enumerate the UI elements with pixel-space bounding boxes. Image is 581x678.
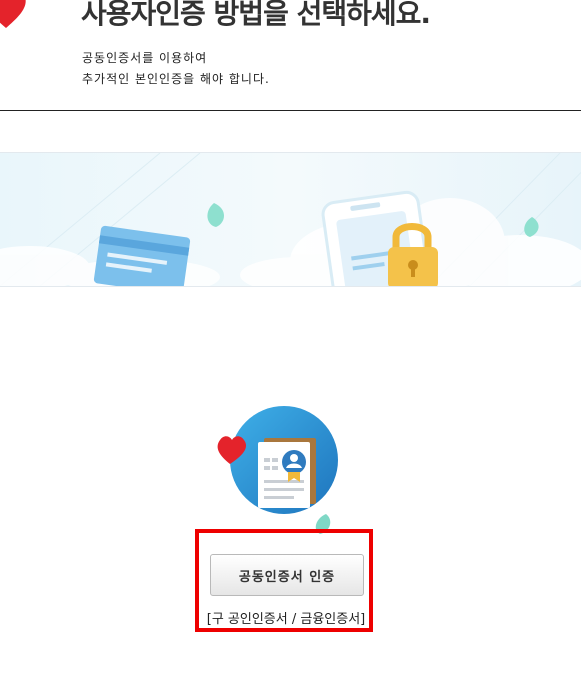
- certificate-auth-button[interactable]: 공동인증서 인증: [210, 554, 364, 596]
- auth-banner-illustration: [0, 152, 581, 287]
- auth-method-page: 사용자인증 방법을 선택하세요. 공동인증서를 이용하여 추가적인 본인인증을 …: [0, 0, 581, 678]
- certificate-note: [구 공인인증서 / 금융인증서]: [206, 612, 366, 627]
- page-description: 공동인증서를 이용하여 추가적인 본인인증을 해야 합니다.: [82, 48, 270, 90]
- certificate-illustration-icon: [217, 406, 338, 534]
- heart-icon: [0, 0, 26, 28]
- description-line: 추가적인 본인인증을 해야 합니다.: [82, 72, 270, 86]
- page-header: 사용자인증 방법을 선택하세요. 공동인증서를 이용하여 추가적인 본인인증을 …: [0, 0, 581, 111]
- description-line: 공동인증서를 이용하여: [82, 51, 208, 65]
- certificate-auth-wrapper: 공동인증서 인증: [210, 554, 364, 596]
- page-title: 사용자인증 방법을 선택하세요.: [81, 0, 431, 30]
